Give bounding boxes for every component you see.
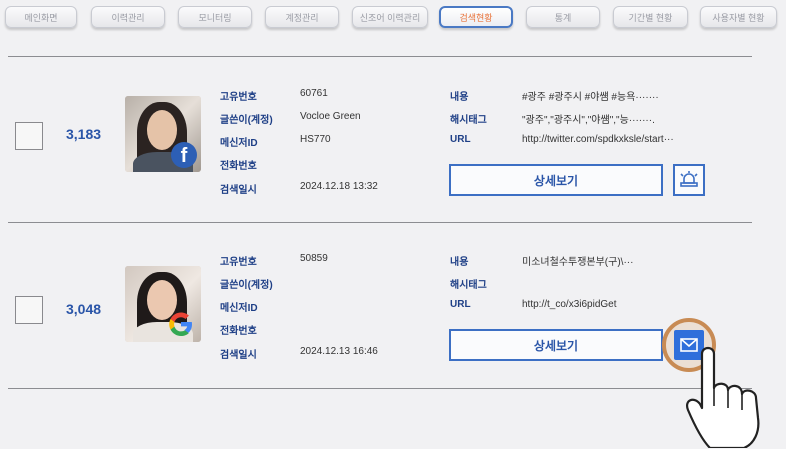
- tab-user[interactable]: 사용자별 현황: [700, 6, 777, 28]
- label-author: 글쓴이(계정): [220, 280, 273, 291]
- avatar: [125, 266, 201, 342]
- label-search-time: 검색일시: [220, 185, 257, 196]
- value-author: Vocloe Green: [300, 111, 361, 122]
- divider: [8, 388, 752, 389]
- tab-history[interactable]: 이력관리: [91, 6, 165, 28]
- label-url: URL: [450, 299, 471, 310]
- label-hashtag: 해시태그: [450, 280, 487, 291]
- value-hashtag: "광주","광주시","야썜","능·······.: [522, 115, 655, 126]
- value-id: 60761: [300, 88, 328, 99]
- label-content: 내용: [450, 257, 469, 268]
- value-messenger: HS770: [300, 134, 331, 145]
- row-checkbox[interactable]: [15, 296, 43, 324]
- label-phone: 전화번호: [220, 326, 257, 337]
- label-phone: 전화번호: [220, 161, 257, 172]
- value-search-time: 2024.12.18 13:32: [300, 181, 378, 192]
- label-author: 글쓴이(계정): [220, 115, 273, 126]
- value-url[interactable]: http://t_co/x3i6pidGet: [522, 299, 617, 310]
- value-content: #광주 #광주시 #야썜 #능욕·······: [522, 92, 659, 103]
- label-messenger: 메신저ID: [220, 303, 258, 314]
- label-hashtag: 해시태그: [450, 115, 487, 126]
- avatar: f: [125, 96, 201, 172]
- alarm-icon: [680, 171, 698, 187]
- facebook-icon: f: [171, 142, 197, 168]
- row-checkbox[interactable]: [15, 122, 43, 150]
- label-messenger: 메신저ID: [220, 138, 258, 149]
- tab-account[interactable]: 계정관리: [265, 6, 339, 28]
- tab-monitoring[interactable]: 모니터링: [178, 6, 252, 28]
- divider: [8, 56, 752, 57]
- tab-search-status[interactable]: 검색현황: [439, 6, 513, 28]
- label-content: 내용: [450, 92, 469, 103]
- pointing-hand-icon: [686, 346, 760, 448]
- tab-statistics[interactable]: 통계: [526, 6, 600, 28]
- label-search-time: 검색일시: [220, 350, 257, 361]
- label-url: URL: [450, 134, 471, 145]
- tab-main[interactable]: 메인화면: [5, 6, 77, 28]
- tab-period[interactable]: 기간별 현황: [613, 6, 688, 28]
- value-content: 미소녀철수투쟁본부(구)\···: [522, 257, 634, 268]
- tab-neologism[interactable]: 신조어 이력관리: [352, 6, 428, 28]
- value-search-time: 2024.12.13 16:46: [300, 346, 378, 357]
- value-id: 50859: [300, 253, 328, 264]
- top-nav: 메인화면 이력관리 모니터링 계정관리 신조어 이력관리 검색현황 통계 기간별…: [0, 0, 786, 36]
- google-icon: [165, 308, 197, 340]
- result-score: 3,048: [66, 301, 102, 317]
- value-url[interactable]: http://twitter.com/spdkxksle/start···: [522, 134, 674, 145]
- divider: [8, 222, 752, 223]
- label-id: 고유번호: [220, 257, 257, 268]
- result-score: 3,183: [66, 126, 102, 142]
- detail-button[interactable]: 상세보기: [449, 329, 663, 361]
- detail-button[interactable]: 상세보기: [449, 164, 663, 196]
- label-id: 고유번호: [220, 92, 257, 103]
- alarm-button[interactable]: [673, 164, 705, 196]
